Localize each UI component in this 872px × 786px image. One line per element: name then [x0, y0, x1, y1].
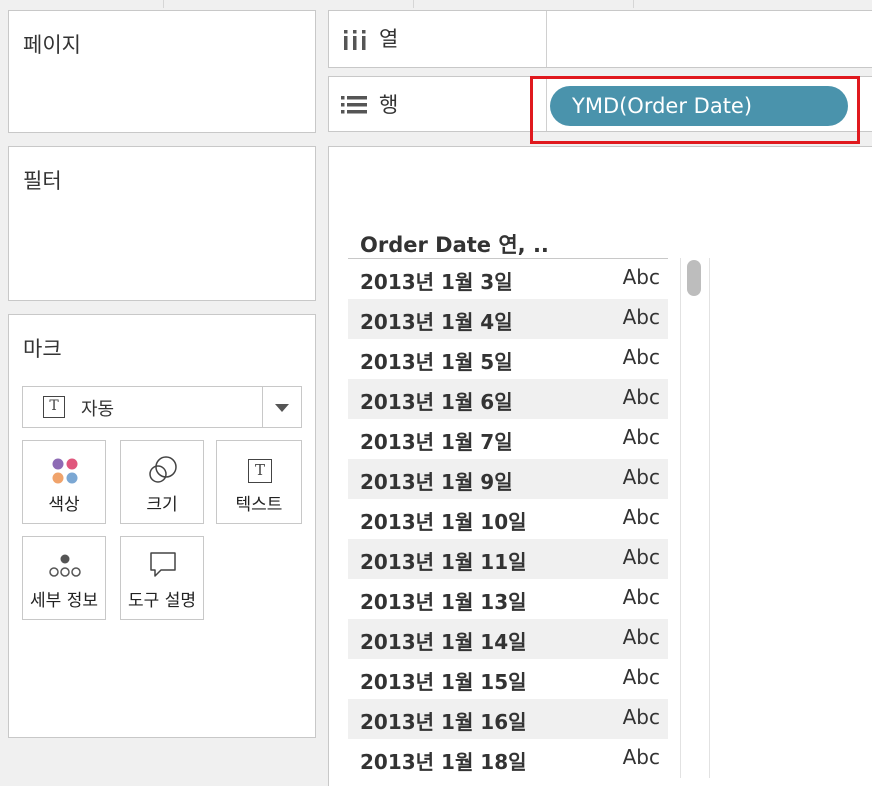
- value-cell: Abc: [622, 385, 660, 409]
- date-cell: 2013년 1월 9일: [360, 470, 513, 494]
- filters-card[interactable]: 필터: [8, 146, 316, 301]
- table-row[interactable]: 2013년 1월 7일 Abc: [348, 419, 668, 459]
- table-row[interactable]: 2013년 1월 10일 Abc: [348, 499, 668, 539]
- rows-label: 행: [379, 93, 399, 117]
- scrollbar-thumb[interactable]: [687, 260, 701, 296]
- table-row[interactable]: 2013년 1월 6일 Abc: [348, 379, 668, 419]
- date-cell: 2013년 1월 15일: [360, 670, 527, 694]
- date-cell: 2013년 1월 6일: [360, 390, 513, 414]
- date-cell: 2013년 1월 7일: [360, 430, 513, 454]
- columns-label: 열: [379, 27, 399, 51]
- mark-type-label: 자동: [81, 399, 115, 420]
- detail-dots-icon: [49, 554, 81, 577]
- date-cell: 2013년 1월 13일: [360, 590, 527, 614]
- table-row[interactable]: 2013년 1월 11일 Abc: [348, 539, 668, 579]
- chevron-down-icon[interactable]: [275, 404, 289, 412]
- top-divider: [633, 0, 634, 8]
- value-cell: Abc: [622, 505, 660, 529]
- column-header[interactable]: Order Date 연, ..: [360, 229, 549, 259]
- size-label: 크기: [146, 495, 178, 515]
- color-label: 색상: [48, 495, 80, 515]
- rows-icon: [341, 96, 367, 114]
- value-cell: Abc: [622, 585, 660, 609]
- table-row[interactable]: 2013년 1월 18일 Abc: [348, 739, 668, 779]
- pages-card[interactable]: 페이지: [8, 10, 316, 133]
- color-dots-icon: [52, 458, 78, 484]
- tooltip-bubble-icon: [150, 552, 176, 577]
- filters-title: 필터: [23, 169, 62, 193]
- columns-shelf[interactable]: 열: [328, 10, 872, 68]
- date-cell: 2013년 1월 4일: [360, 310, 513, 334]
- text-button[interactable]: T 텍스트: [216, 440, 302, 524]
- tooltip-button[interactable]: 도구 설명: [120, 536, 204, 620]
- text-mark-icon: T: [248, 459, 272, 483]
- top-divider: [163, 0, 164, 8]
- top-divider: [413, 0, 414, 8]
- value-cell: Abc: [622, 665, 660, 689]
- date-cell: 2013년 1월 5일: [360, 350, 513, 374]
- marks-card: 마크: [8, 314, 316, 738]
- date-cell: 2013년 1월 10일: [360, 510, 527, 534]
- date-cell: 2013년 1월 3일: [360, 270, 513, 294]
- table-row[interactable]: 2013년 1월 16일 Abc: [348, 699, 668, 739]
- date-cell: 2013년 1월 18일: [360, 750, 527, 774]
- marks-title: 마크: [23, 337, 62, 361]
- date-cell: 2013년 1월 16일: [360, 710, 527, 734]
- date-cell: 2013년 1월 11일: [360, 550, 527, 574]
- table-row[interactable]: 2013년 1월 4일 Abc: [348, 299, 668, 339]
- date-cell: 2013년 1월 14일: [360, 630, 527, 654]
- shelf-divider: [546, 11, 547, 67]
- scrollbar-track[interactable]: [680, 258, 710, 778]
- ymd-order-date-pill[interactable]: YMD(Order Date): [550, 86, 848, 126]
- table-row[interactable]: 2013년 1월 14일 Abc: [348, 619, 668, 659]
- value-cell: Abc: [622, 545, 660, 569]
- columns-icon: [344, 30, 366, 50]
- value-cell: Abc: [622, 265, 660, 289]
- table-row[interactable]: 2013년 1월 5일 Abc: [348, 339, 668, 379]
- table-row[interactable]: 2013년 1월 9일 Abc: [348, 459, 668, 499]
- text-mark-icon: T: [43, 396, 65, 418]
- tooltip-label: 도구 설명: [128, 591, 196, 611]
- dropdown-divider: [262, 387, 263, 427]
- value-cell: Abc: [622, 625, 660, 649]
- pages-title: 페이지: [23, 33, 81, 57]
- table-row[interactable]: 2013년 1월 13일 Abc: [348, 579, 668, 619]
- color-button[interactable]: 색상: [22, 440, 106, 524]
- text-label: 텍스트: [235, 495, 283, 515]
- table-row[interactable]: 2013년 1월 3일 Abc: [348, 259, 668, 299]
- detail-label: 세부 정보: [30, 591, 98, 611]
- value-cell: Abc: [622, 745, 660, 769]
- detail-button[interactable]: 세부 정보: [22, 536, 106, 620]
- value-cell: Abc: [622, 465, 660, 489]
- size-button[interactable]: 크기: [120, 440, 204, 524]
- value-cell: Abc: [622, 305, 660, 329]
- value-cell: Abc: [622, 345, 660, 369]
- size-circles-icon: [149, 456, 177, 483]
- value-cell: Abc: [622, 705, 660, 729]
- value-cell: Abc: [622, 425, 660, 449]
- table-row[interactable]: 2013년 1월 15일 Abc: [348, 659, 668, 699]
- mark-type-dropdown[interactable]: T 자동: [22, 386, 302, 428]
